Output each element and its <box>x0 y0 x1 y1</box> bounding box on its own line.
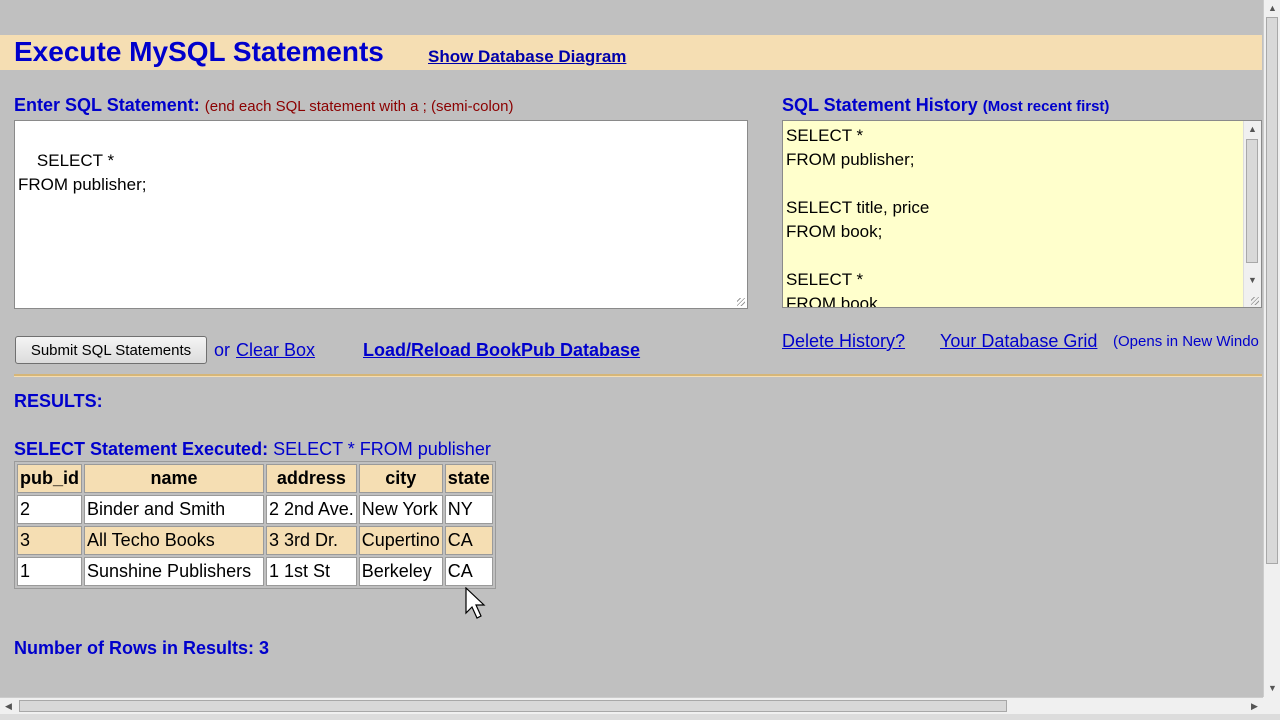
or-text: or <box>214 340 231 360</box>
scroll-left-icon[interactable]: ◀ <box>0 698 17 715</box>
column-header: city <box>358 464 443 493</box>
table-cell: Sunshine Publishers <box>84 557 264 586</box>
scroll-up-icon[interactable]: ▲ <box>1264 0 1280 17</box>
table-cell: NY <box>444 495 493 524</box>
sql-input[interactable]: SELECT * FROM publisher; <box>14 120 748 309</box>
clear-box-link[interactable]: Clear Box <box>236 340 315 361</box>
scroll-down-icon[interactable]: ▼ <box>1244 272 1261 289</box>
page-horizontal-scroll-thumb[interactable] <box>19 700 1007 712</box>
history-hint: (Most recent first) <box>982 98 1110 115</box>
table-cell: 1 <box>17 557 82 586</box>
table-cell: Berkeley <box>358 557 443 586</box>
table-cell: All Techo Books <box>84 526 264 555</box>
sql-entry-label: Enter SQL Statement: (end each SQL state… <box>14 95 513 116</box>
history-textarea[interactable]: SELECT * FROM publisher; SELECT title, p… <box>782 120 1262 308</box>
page: Execute MySQL Statements Show Database D… <box>0 0 1262 697</box>
mouse-cursor-icon <box>465 587 486 619</box>
page-vertical-scroll-thumb[interactable] <box>1266 17 1278 564</box>
history-resize-grip[interactable] <box>1251 297 1259 305</box>
sql-entry-hint: (end each SQL statement with a ; (semi-c… <box>204 98 514 115</box>
results-table: pub_id name address city state 2 Binder … <box>14 461 496 589</box>
delete-history-link[interactable]: Delete History? <box>782 331 905 352</box>
table-cell: 1 1st St <box>266 557 357 586</box>
scroll-up-icon[interactable]: ▲ <box>1244 121 1261 138</box>
results-heading: RESULTS: <box>14 391 103 411</box>
sql-input-resize-grip[interactable] <box>737 298 745 306</box>
executed-label: SELECT Statement Executed: <box>14 439 269 459</box>
row-count: Number of Rows in Results: 3 <box>14 638 270 658</box>
table-cell: 3 3rd Dr. <box>266 526 357 555</box>
reload-database-link[interactable]: Load/Reload BookPub Database <box>363 340 640 361</box>
scroll-down-icon[interactable]: ▼ <box>1264 680 1280 697</box>
sql-entry-label-text: Enter SQL Statement: <box>14 95 200 115</box>
table-cell: CA <box>444 526 493 555</box>
table-header-row: pub_id name address city state <box>17 464 493 493</box>
table-cell: 3 <box>17 526 82 555</box>
history-label: SQL Statement History (Most recent first… <box>782 95 1109 116</box>
table-cell: 2 2nd Ave. <box>266 495 357 524</box>
table-row: 3 All Techo Books 3 3rd Dr. Cupertino CA <box>17 526 493 555</box>
column-header: state <box>444 464 493 493</box>
window-bottom-edge <box>0 714 1280 720</box>
page-vertical-scrollbar[interactable]: ▲ ▼ <box>1263 0 1280 697</box>
table-cell: New York <box>358 495 443 524</box>
table-cell: CA <box>444 557 493 586</box>
table-row: 1 Sunshine Publishers 1 1st St Berkeley … <box>17 557 493 586</box>
page-horizontal-scrollbar[interactable]: ◀ ▶ <box>0 697 1263 715</box>
history-scrollbar[interactable]: ▲ ▼ <box>1243 121 1261 307</box>
column-header: pub_id <box>17 464 82 493</box>
column-header: name <box>84 464 264 493</box>
submit-sql-button[interactable]: Submit SQL Statements <box>15 336 207 364</box>
show-diagram-link[interactable]: Show Database Diagram <box>428 47 626 67</box>
table-cell: 2 <box>17 495 82 524</box>
sql-input-text: SELECT * FROM publisher; <box>18 151 147 194</box>
column-header: address <box>266 464 357 493</box>
scroll-right-icon[interactable]: ▶ <box>1246 698 1263 715</box>
executed-statement: SELECT Statement Executed: SELECT * FROM… <box>14 439 491 460</box>
executed-sql: SELECT * FROM publisher <box>273 439 491 459</box>
history-text: SELECT * FROM publisher; SELECT title, p… <box>786 126 930 308</box>
database-grid-link[interactable]: Your Database Grid <box>940 331 1097 352</box>
divider <box>14 374 1262 377</box>
table-row: 2 Binder and Smith 2 2nd Ave. New York N… <box>17 495 493 524</box>
table-cell: Cupertino <box>358 526 443 555</box>
history-scroll-thumb[interactable] <box>1246 139 1258 263</box>
page-title: Execute MySQL Statements <box>14 36 384 67</box>
table-cell: Binder and Smith <box>84 495 264 524</box>
database-grid-note: (Opens in New Windo <box>1113 333 1259 350</box>
history-label-text: SQL Statement History <box>782 95 978 115</box>
